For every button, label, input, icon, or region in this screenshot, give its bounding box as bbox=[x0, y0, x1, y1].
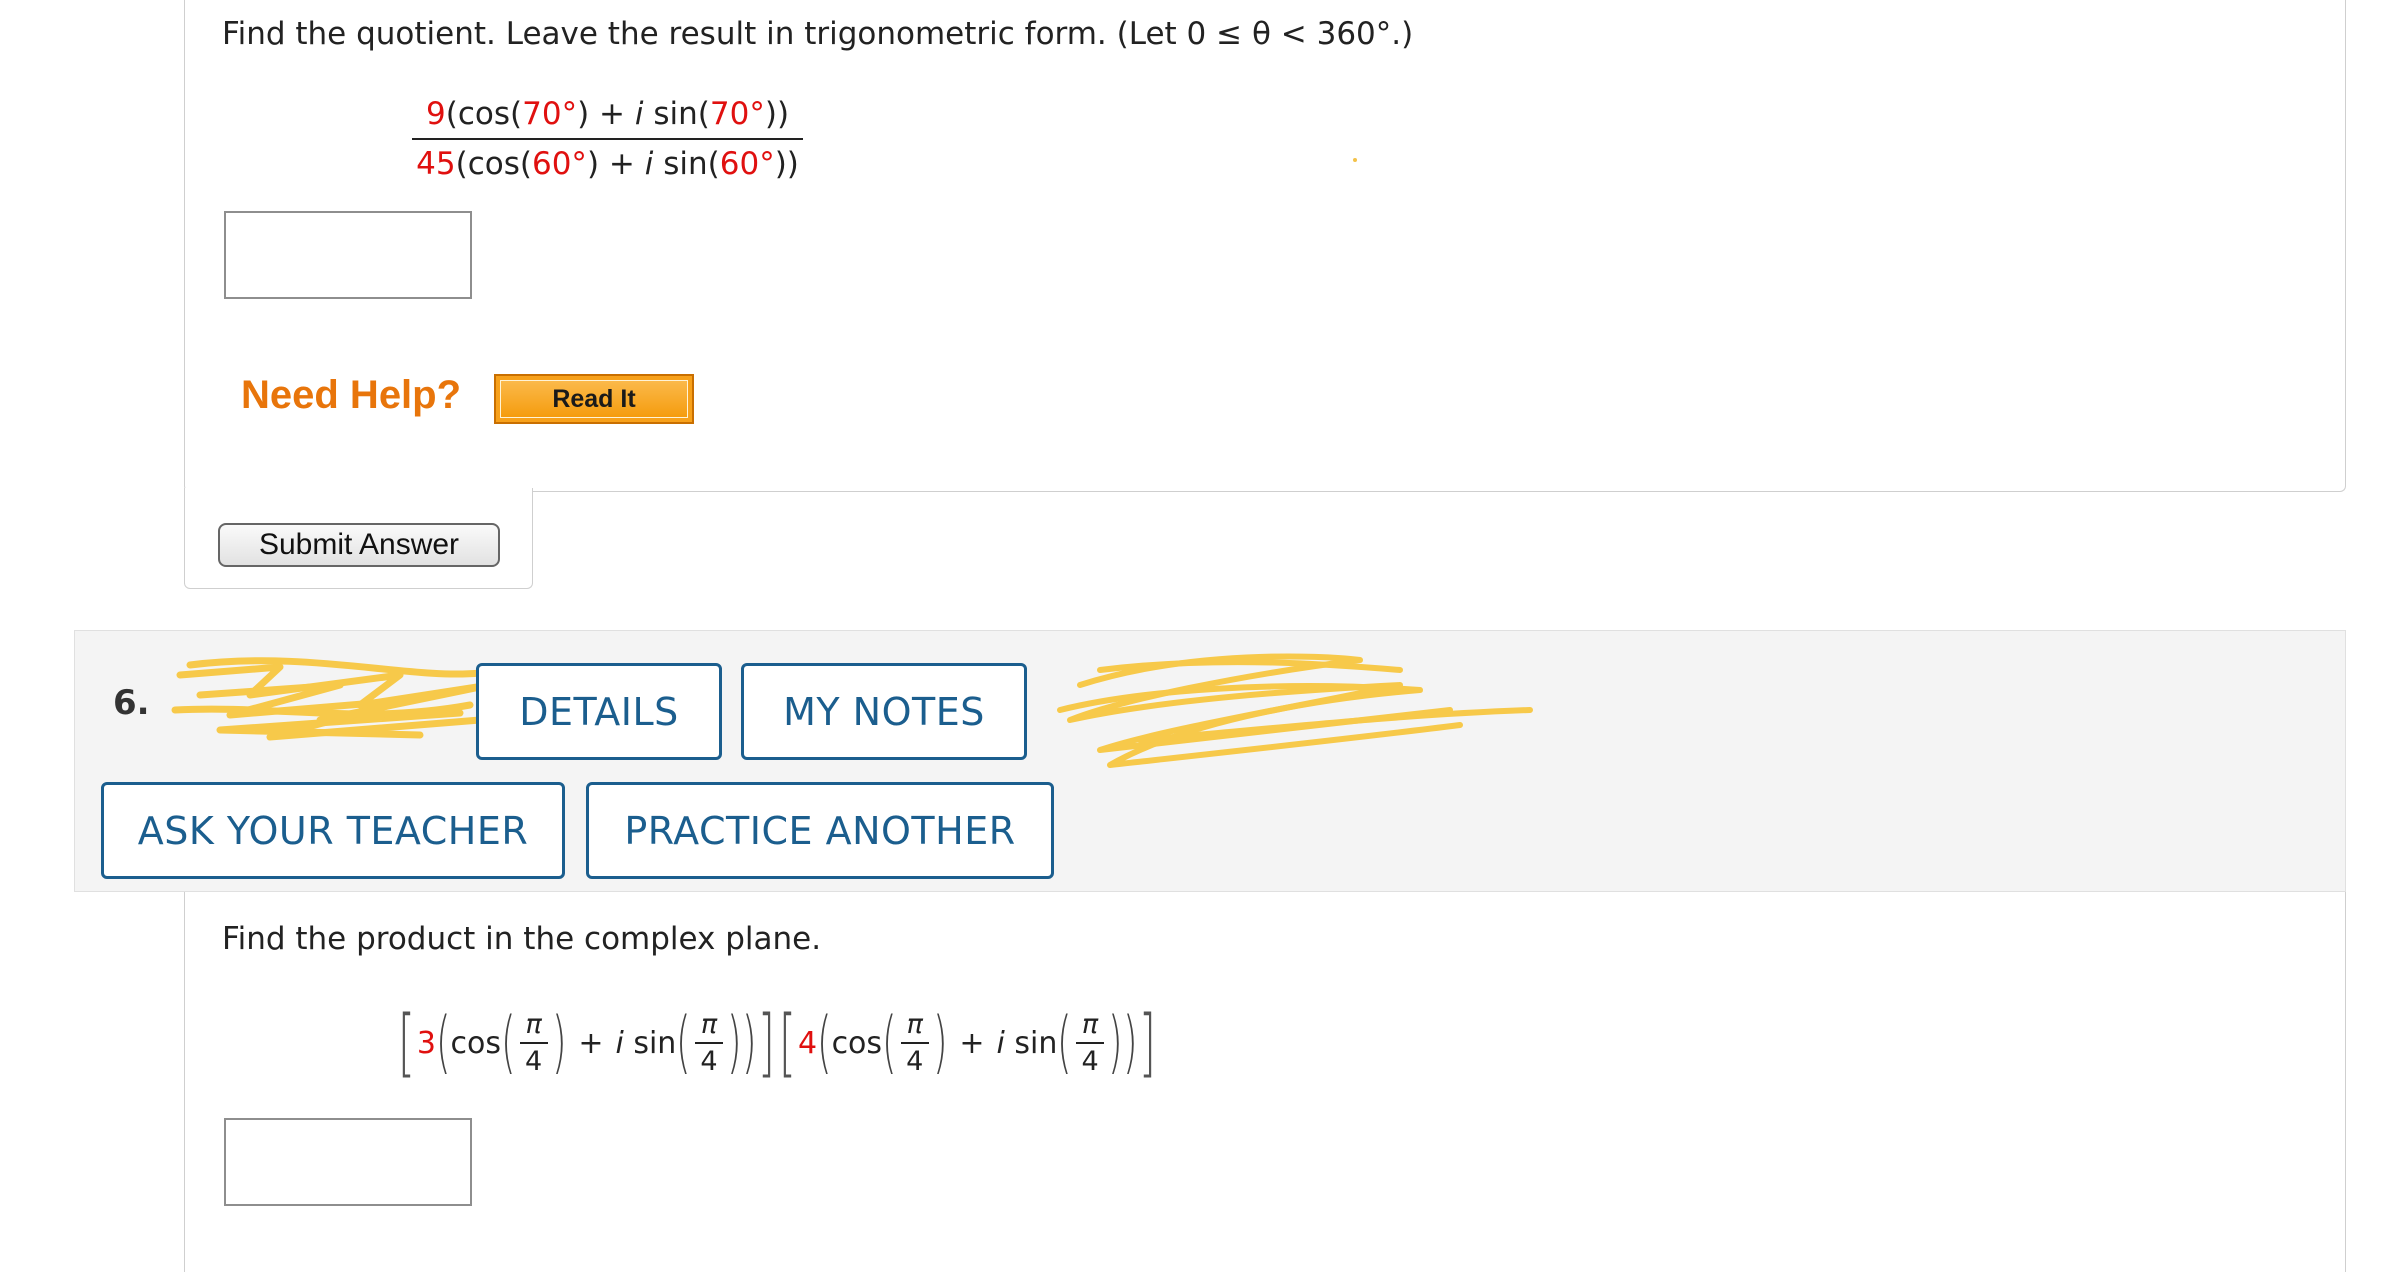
fraction-denominator: 45(cos(60°) + i sin(60°)) bbox=[416, 146, 799, 182]
fraction-numerator: 9(cos(70°) + i sin(70°)) bbox=[412, 96, 804, 140]
angle-fraction: π4 bbox=[694, 1009, 724, 1077]
factor-2-coefficient: 4 bbox=[797, 1025, 818, 1061]
left-bracket: [ bbox=[778, 1000, 797, 1086]
numerator-angle-1: 70° bbox=[522, 96, 578, 132]
fraction-denominator: 4 bbox=[1081, 1046, 1099, 1077]
denominator-coefficient: 45 bbox=[416, 146, 456, 182]
sin-label: sin bbox=[653, 96, 698, 132]
left-paren: ( bbox=[1057, 1003, 1072, 1082]
details-button[interactable]: DETAILS bbox=[476, 663, 722, 760]
fraction-denominator: 4 bbox=[700, 1046, 718, 1077]
redaction-scribble-right bbox=[1057, 653, 1533, 768]
right-paren: ) bbox=[932, 1003, 948, 1082]
fraction-denominator: 4 bbox=[906, 1046, 924, 1077]
read-it-button[interactable]: Read It bbox=[494, 374, 694, 424]
angle-fraction: π4 bbox=[900, 1009, 929, 1077]
cos-label: cos bbox=[831, 1025, 883, 1061]
sin-label: sin bbox=[1014, 1025, 1058, 1061]
plus-sign: + bbox=[959, 1025, 985, 1061]
imaginary-unit: i bbox=[644, 146, 654, 182]
angle-fraction: π4 bbox=[519, 1009, 548, 1077]
my-notes-button[interactable]: MY NOTES bbox=[741, 663, 1027, 760]
right-paren: ) bbox=[1122, 1003, 1138, 1082]
product-expression: [ 3 ( cos ( π4 ) + i sin ( π4 ) ) ] [ 4 … bbox=[396, 988, 1158, 1098]
question-5-prompt: Find the quotient. Leave the result in t… bbox=[222, 16, 1414, 52]
denominator-angle-1: 60° bbox=[531, 146, 587, 182]
plus-sign: + bbox=[578, 1025, 604, 1061]
left-paren: ( bbox=[817, 1003, 832, 1082]
fraction-numerator: π bbox=[694, 1009, 724, 1044]
right-paren: ) bbox=[741, 1003, 757, 1082]
left-bracket: [ bbox=[397, 1000, 416, 1086]
sin-label: sin bbox=[633, 1025, 677, 1061]
imaginary-unit: i bbox=[615, 1025, 624, 1061]
numerator-coefficient: 9 bbox=[426, 96, 446, 132]
fraction-numerator: π bbox=[519, 1009, 548, 1044]
cos-label: cos bbox=[457, 96, 511, 132]
question-5-answer-input[interactable] bbox=[224, 211, 472, 299]
ask-your-teacher-button[interactable]: ASK YOUR TEACHER bbox=[101, 782, 565, 879]
right-paren: ) bbox=[727, 1003, 742, 1082]
cos-label: cos bbox=[450, 1025, 501, 1061]
plus-sign: + bbox=[608, 146, 635, 182]
imaginary-unit: i bbox=[996, 1025, 1005, 1061]
stray-mark bbox=[1353, 158, 1357, 162]
question-6-answer-input[interactable] bbox=[224, 1118, 472, 1206]
read-it-label: Read It bbox=[500, 380, 688, 418]
submit-answer-button[interactable]: Submit Answer bbox=[218, 523, 500, 567]
fraction-numerator: π bbox=[900, 1009, 929, 1044]
numerator-angle-2: 70° bbox=[709, 96, 765, 132]
quotient-expression: 9(cos(70°) + i sin(70°)) 45(cos(60°) + i… bbox=[412, 96, 804, 182]
denominator-angle-2: 60° bbox=[719, 146, 775, 182]
question-number: 6. bbox=[113, 683, 150, 723]
fraction-numerator: π bbox=[1075, 1009, 1105, 1044]
right-paren: ) bbox=[551, 1003, 567, 1082]
question-6-prompt: Find the product in the complex plane. bbox=[222, 921, 822, 957]
cos-label: cos bbox=[467, 146, 520, 182]
need-help-label: Need Help? bbox=[241, 373, 462, 417]
redaction-scribble-left bbox=[171, 657, 494, 741]
left-paren: ( bbox=[435, 1003, 451, 1082]
right-bracket: ] bbox=[757, 1000, 776, 1086]
plus-sign: + bbox=[599, 96, 626, 132]
factor-1-coefficient: 3 bbox=[416, 1025, 436, 1061]
angle-fraction: π4 bbox=[1075, 1009, 1105, 1077]
imaginary-unit: i bbox=[634, 96, 644, 132]
fraction-denominator: 4 bbox=[525, 1046, 543, 1077]
left-paren: ( bbox=[882, 1003, 897, 1082]
right-bracket: ] bbox=[1139, 1000, 1157, 1086]
sin-label: sin bbox=[663, 146, 708, 182]
practice-another-button[interactable]: PRACTICE ANOTHER bbox=[586, 782, 1054, 879]
right-paren: ) bbox=[1108, 1003, 1123, 1082]
left-paren: ( bbox=[500, 1003, 516, 1082]
left-paren: ( bbox=[676, 1003, 691, 1082]
